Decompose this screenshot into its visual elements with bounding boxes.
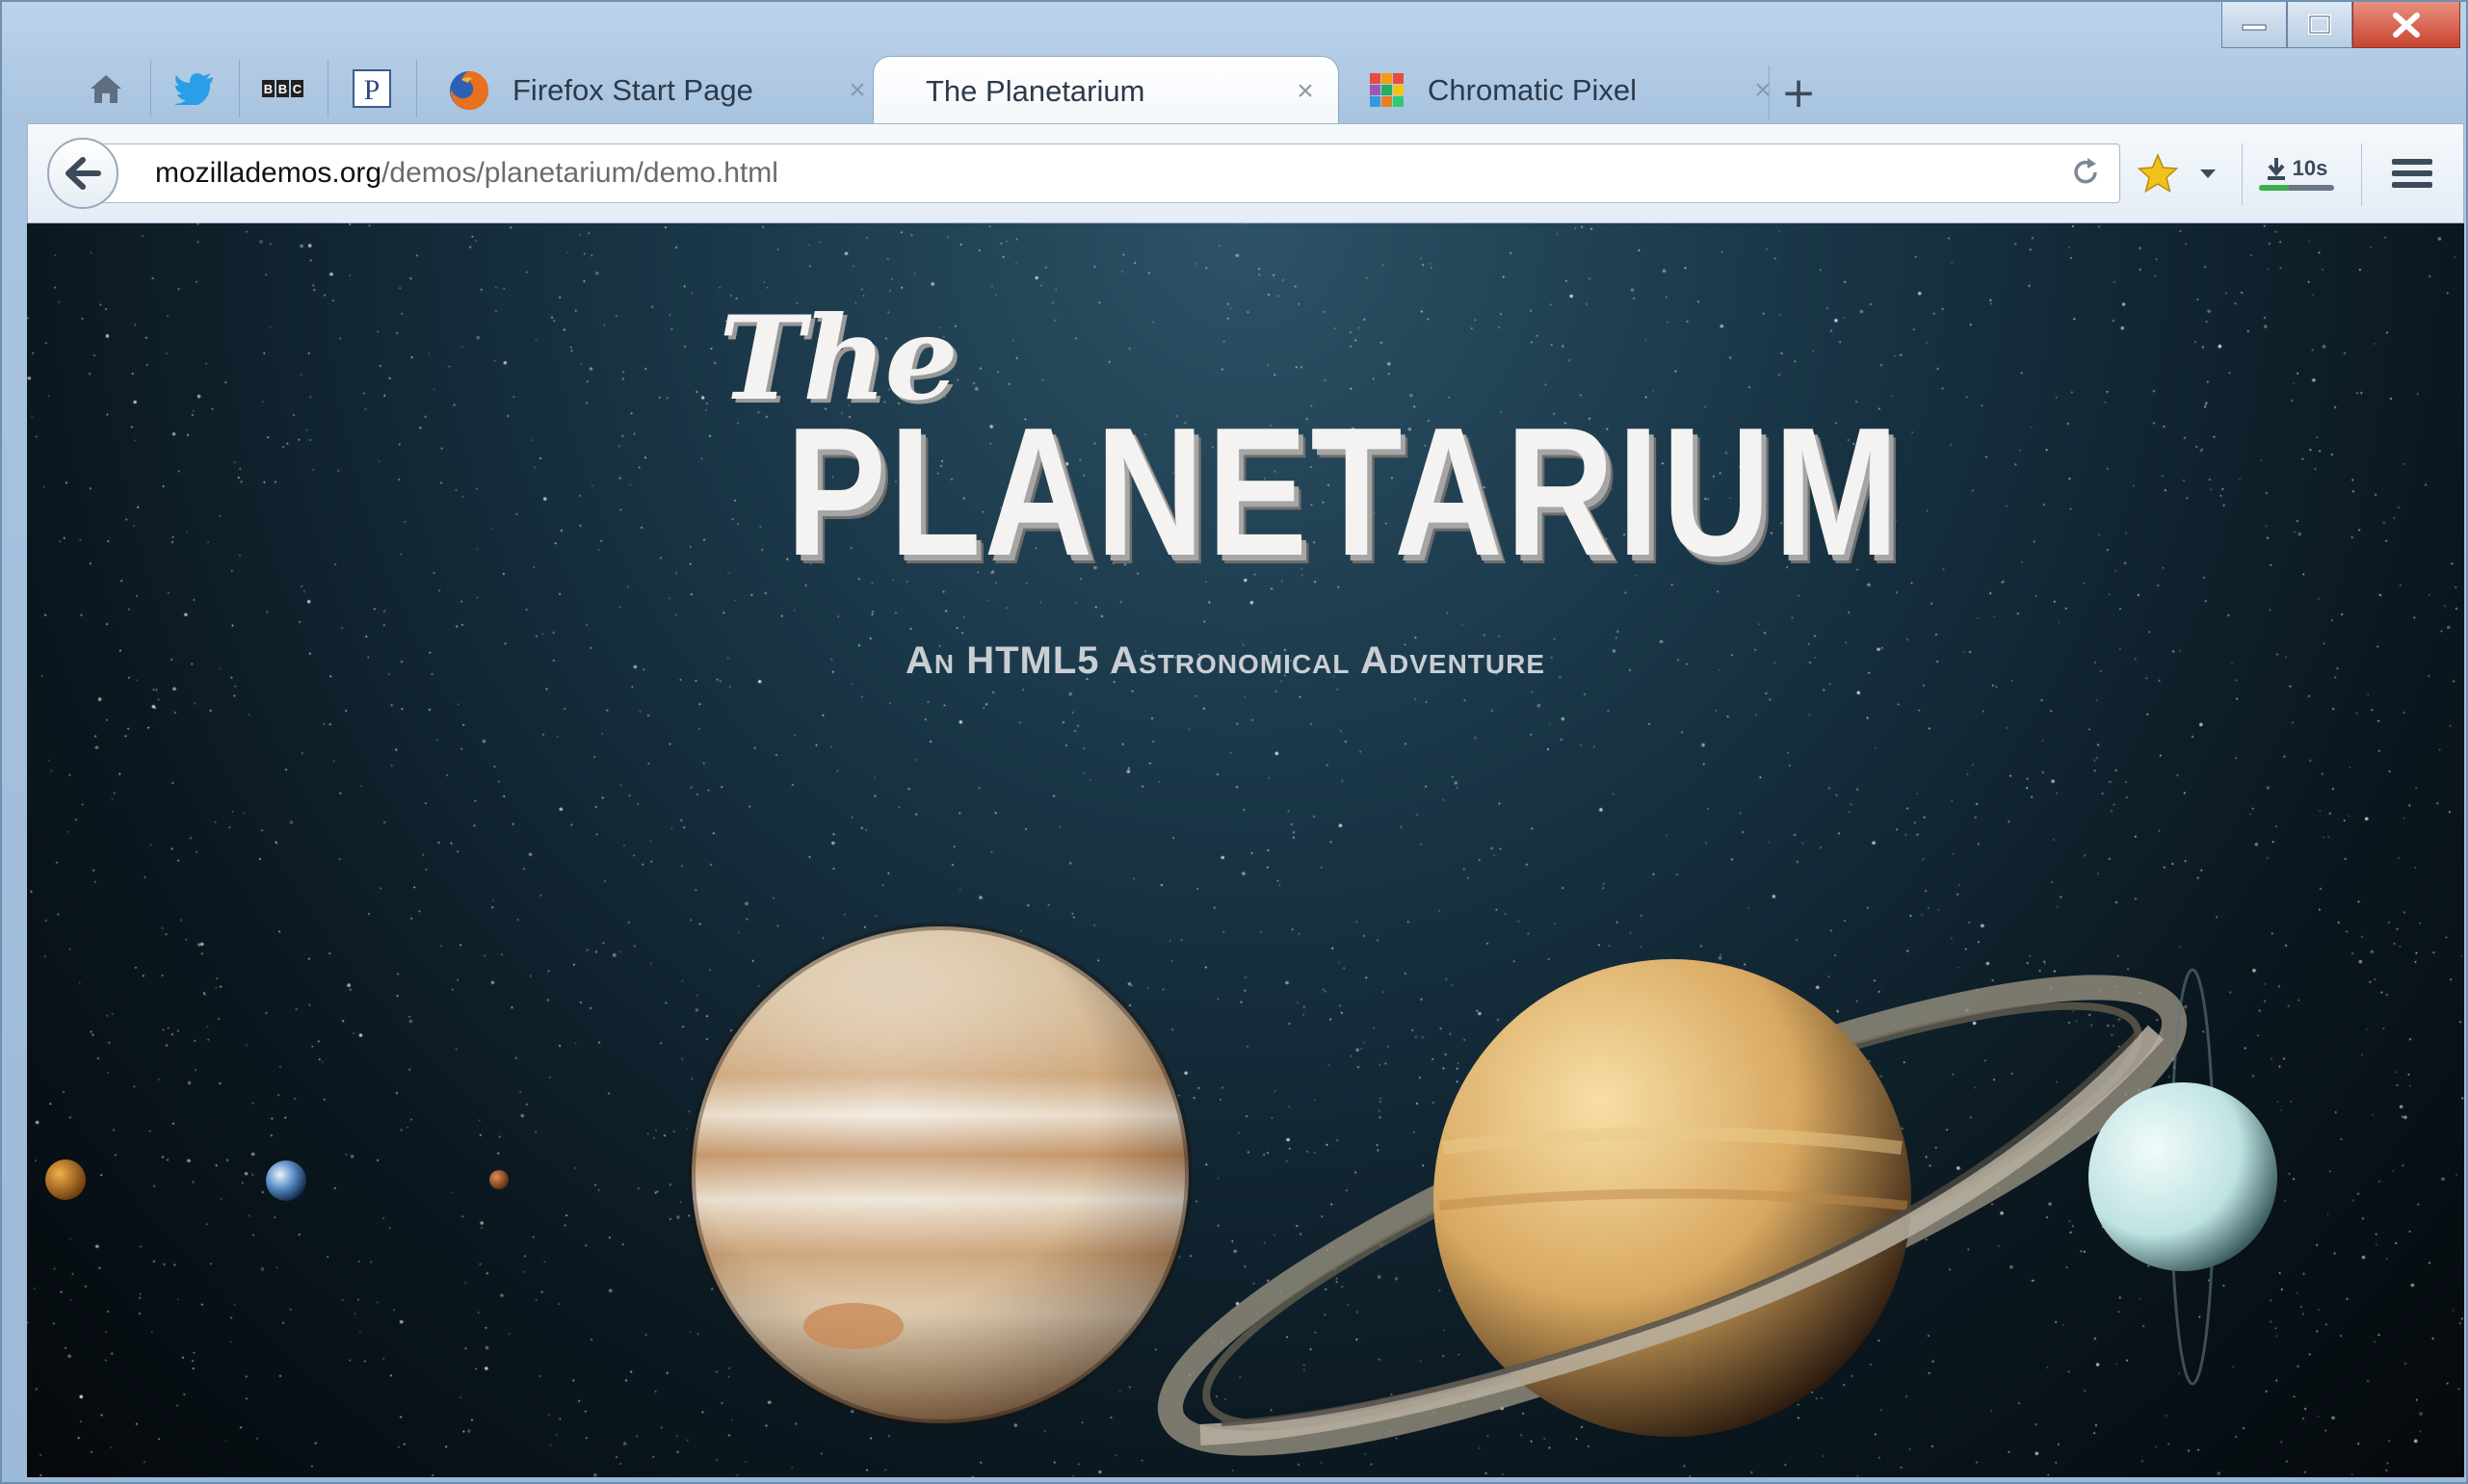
page-title: Planetarium <box>786 390 1903 594</box>
back-arrow-icon <box>66 157 101 190</box>
twitter-icon <box>174 73 213 105</box>
download-time-remaining: 10s <box>2292 156 2328 180</box>
new-tab-button[interactable]: + <box>1769 65 1827 119</box>
planet-saturn <box>1157 959 2188 1456</box>
download-progress-bar <box>2259 185 2334 191</box>
star-icon <box>2137 153 2179 194</box>
maximize-button[interactable] <box>2287 2 2352 48</box>
svg-text:P: P <box>364 74 381 106</box>
bookmark-star-button[interactable] <box>2134 149 2182 197</box>
firefox-icon <box>450 71 489 111</box>
download-progress-fill <box>2259 185 2290 191</box>
url-domain: mozillademos.org <box>155 157 382 189</box>
reload-icon <box>2074 158 2097 184</box>
back-button[interactable] <box>47 138 118 209</box>
navigation-bar: mozillademos.org/demos/planetarium/demo.… <box>27 123 2464 223</box>
tab-close-icon[interactable]: × <box>1286 75 1325 108</box>
maximize-icon <box>2308 13 2331 35</box>
tab-label: Chromatic Pixel <box>1428 73 1638 107</box>
planet-mercury <box>45 1159 86 1200</box>
tab-label: The Planetarium <box>926 73 1145 108</box>
svg-text:B: B <box>278 82 287 96</box>
toolbar-separator <box>2242 143 2243 205</box>
toolbar-separator <box>2361 143 2362 205</box>
tab-chromatic-pixel[interactable]: Chromatic Pixel × <box>1339 56 1782 125</box>
close-window-button[interactable] <box>2352 2 2460 48</box>
svg-text:C: C <box>293 82 302 96</box>
tab-close-icon[interactable]: × <box>838 74 877 107</box>
download-arrow-icon <box>2267 158 2285 180</box>
tab-firefox-start-page[interactable]: Firefox Start Page × <box>433 56 877 125</box>
tab-label: Firefox Start Page <box>512 73 753 107</box>
pinned-tab-home[interactable] <box>62 60 151 117</box>
chevron-down-icon <box>2200 169 2216 178</box>
bookmarks-menu-button[interactable] <box>2193 161 2222 186</box>
hamburger-menu-icon <box>2392 159 2432 188</box>
planet-jupiter <box>688 923 1193 1427</box>
page-subtitle: An HTML5 Astronomical Adventure <box>906 639 1546 682</box>
home-icon <box>91 75 121 103</box>
menu-button[interactable] <box>2386 149 2438 197</box>
close-icon <box>2393 12 2420 38</box>
pinned-tab-bbc[interactable]: B B C <box>239 60 328 117</box>
tab-strip: B B C P Firefox Start Page × The Planeta… <box>29 50 2437 125</box>
url-bar[interactable]: mozillademos.org/demos/planetarium/demo.… <box>99 143 2120 203</box>
web-content: The Planetarium An HTML5 Astronomical Ad… <box>27 223 2464 1477</box>
pinned-tab-pinboard[interactable]: P <box>328 60 417 117</box>
pinned-tab-twitter[interactable] <box>150 60 240 117</box>
minimize-button[interactable] <box>2221 2 2287 48</box>
reload-button[interactable] <box>2069 156 2102 196</box>
planet-mars <box>489 1170 509 1189</box>
pinboard-icon: P <box>353 69 391 108</box>
planet-earth <box>266 1160 306 1201</box>
bbc-icon: B B C <box>262 80 303 97</box>
minimize-icon <box>2242 24 2267 30</box>
tab-the-planetarium[interactable]: The Planetarium × <box>873 56 1339 125</box>
chromatic-pixel-icon <box>1370 73 1404 107</box>
browser-window: B B C P Firefox Start Page × The Planeta… <box>0 0 2468 1484</box>
url-path: /demos/planetarium/demo.html <box>381 157 778 189</box>
downloads-button[interactable]: 10s <box>2244 140 2350 207</box>
svg-text:B: B <box>264 82 273 96</box>
